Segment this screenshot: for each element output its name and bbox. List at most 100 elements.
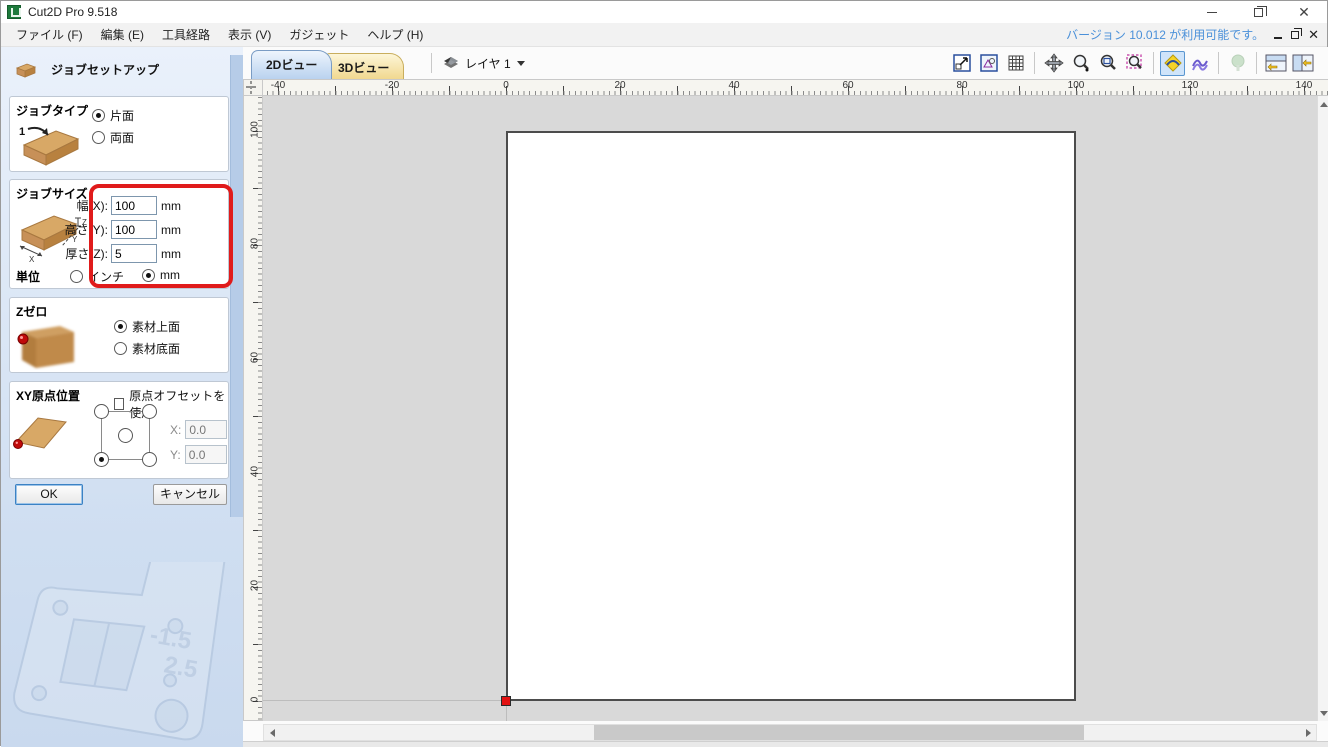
job-size-section: ジョブサイズ Z Y X 幅(X): mm 高さ(Y): — [9, 179, 229, 289]
height-y-label: 高さ(Y): — [24, 221, 108, 238]
mdi-close-icon[interactable]: ✕ — [1308, 28, 1319, 41]
mdi-minimize-icon[interactable] — [1274, 37, 1282, 39]
thickness-z-input[interactable] — [111, 244, 157, 263]
ruler-label: -20 — [385, 80, 399, 91]
offset-x-label: X: — [170, 423, 181, 437]
scrollbar-thumb[interactable] — [594, 725, 1084, 740]
ruler-label: 100 — [250, 120, 261, 140]
menu-view[interactable]: 表示 (V) — [219, 22, 280, 47]
layer-icon — [443, 56, 459, 70]
origin-bottom-right-radio[interactable] — [142, 452, 157, 467]
job-setup-icon — [15, 62, 37, 78]
zoom-interactive-icon[interactable] — [1068, 51, 1093, 76]
offset-y-label: Y: — [170, 448, 181, 462]
vertical-scrollbar[interactable] — [1317, 96, 1328, 721]
menu-file[interactable]: ファイル (F) — [7, 22, 92, 47]
2d-canvas[interactable] — [263, 96, 1317, 721]
tab-3d-view[interactable]: 3Dビュー — [323, 53, 404, 79]
ruler-label: 100 — [1068, 80, 1085, 91]
ruler-label: 0 — [503, 80, 509, 91]
z-zero-bottom-radio[interactable]: 素材底面 — [114, 340, 180, 357]
offset-x-input[interactable] — [185, 420, 227, 439]
snap-guides-icon[interactable] — [1160, 51, 1185, 76]
ruler-label: 80 — [250, 234, 261, 254]
width-x-label: 幅(X): — [24, 197, 108, 214]
pan-icon[interactable] — [1041, 51, 1066, 76]
ruler-label: 60 — [842, 80, 853, 91]
app-window: Cut2D Pro 9.518 ✕ ファイル (F) 編集 (E) 工具経路 表… — [0, 0, 1328, 746]
mdi-restore-icon[interactable] — [1291, 31, 1299, 39]
height-y-unit: mm — [161, 223, 181, 237]
ruler-origin-toggle[interactable] — [243, 79, 263, 96]
zoom-objects-icon[interactable] — [949, 51, 974, 76]
job-type-material-icon: 1 — [18, 119, 82, 167]
job-type-single-sided-radio[interactable]: 片面 — [92, 107, 134, 124]
zoom-drawing-icon[interactable] — [976, 51, 1001, 76]
unit-mm-radio[interactable]: mm — [142, 268, 180, 282]
ruler-label: 140 — [1296, 80, 1313, 91]
thickness-z-label: 厚さ(Z): — [24, 245, 108, 262]
layer-name: レイヤ 1 — [465, 55, 511, 72]
z-zero-material-icon — [16, 318, 80, 370]
ruler-label: 120 — [1182, 80, 1199, 91]
width-x-input[interactable] — [111, 196, 157, 215]
layer-selector[interactable]: レイヤ 1 — [439, 52, 529, 74]
origin-top-right-radio[interactable] — [142, 404, 157, 419]
scroll-right-icon[interactable] — [1302, 727, 1314, 739]
job-type-double-sided-radio[interactable]: 両面 — [92, 129, 134, 146]
origin-position-diagram — [94, 404, 164, 474]
title-bar: Cut2D Pro 9.518 ✕ — [1, 1, 1327, 23]
chevron-down-icon — [517, 61, 525, 66]
menu-toolpath[interactable]: 工具経路 — [153, 22, 219, 47]
menu-edit[interactable]: 編集 (E) — [92, 22, 153, 47]
menu-gadget[interactable]: ガジェット — [280, 22, 358, 47]
layout-tabs-left-icon[interactable] — [1263, 51, 1288, 76]
ruler-label: 60 — [250, 348, 261, 368]
thickness-z-unit: mm — [161, 247, 181, 261]
ruler-label: 20 — [250, 576, 261, 596]
zoom-selection-icon[interactable] — [1122, 51, 1147, 76]
scroll-up-icon[interactable] — [1318, 98, 1328, 110]
watermark-plate-graphic: -1.5 2.5 — [7, 562, 237, 747]
close-button[interactable]: ✕ — [1281, 1, 1327, 23]
minimize-button[interactable] — [1189, 1, 1235, 23]
origin-bottom-left-radio[interactable] — [94, 452, 109, 467]
view-area: 2Dビュー 3Dビュー レイヤ 1 — [243, 47, 1328, 747]
window-title: Cut2D Pro 9.518 — [28, 5, 117, 19]
unit-inch-radio[interactable]: インチ — [70, 268, 124, 285]
radio-icon — [114, 342, 127, 355]
unit-label: 単位 — [16, 268, 40, 285]
tab-2d-view[interactable]: 2Dビュー — [251, 50, 332, 79]
radio-icon — [142, 269, 155, 282]
grid-icon[interactable] — [1003, 51, 1028, 76]
scroll-left-icon[interactable] — [266, 727, 278, 739]
origin-center-radio[interactable] — [118, 428, 133, 443]
radio-icon — [114, 320, 127, 333]
horizontal-scrollbar[interactable] — [263, 724, 1317, 741]
xy-origin-label: XY原点位置 — [16, 387, 80, 404]
restore-button[interactable] — [1235, 1, 1281, 23]
origin-marker[interactable] — [501, 696, 511, 706]
z-zero-top-radio[interactable]: 素材上面 — [114, 318, 180, 335]
ruler-label: 0 — [250, 690, 261, 710]
vector-curves-icon[interactable] — [1187, 51, 1212, 76]
version-update-link[interactable]: バージョン 10.012 が利用可能です。 — [1066, 26, 1264, 43]
cancel-button[interactable]: キャンセル — [153, 484, 227, 505]
ruler-label: 80 — [956, 80, 967, 91]
scroll-down-icon[interactable] — [1318, 707, 1328, 719]
zoom-window-icon[interactable] — [1095, 51, 1120, 76]
layout-tabs-right-icon[interactable] — [1290, 51, 1315, 76]
job-type-label: ジョブタイプ — [16, 102, 88, 119]
window-bottom-frame — [243, 741, 1328, 747]
menu-help[interactable]: ヘルプ (H) — [358, 22, 432, 47]
height-y-input[interactable] — [111, 220, 157, 239]
view-toolbar — [949, 50, 1315, 76]
material-sheet — [506, 131, 1076, 701]
origin-guide-horizontal — [263, 700, 506, 701]
radio-icon — [92, 131, 105, 144]
offset-y-input[interactable] — [185, 445, 227, 464]
ok-button[interactable]: OK — [15, 484, 83, 505]
svg-text:1: 1 — [19, 126, 25, 138]
ruler-label: -40 — [271, 80, 285, 91]
origin-top-left-radio[interactable] — [94, 404, 109, 419]
